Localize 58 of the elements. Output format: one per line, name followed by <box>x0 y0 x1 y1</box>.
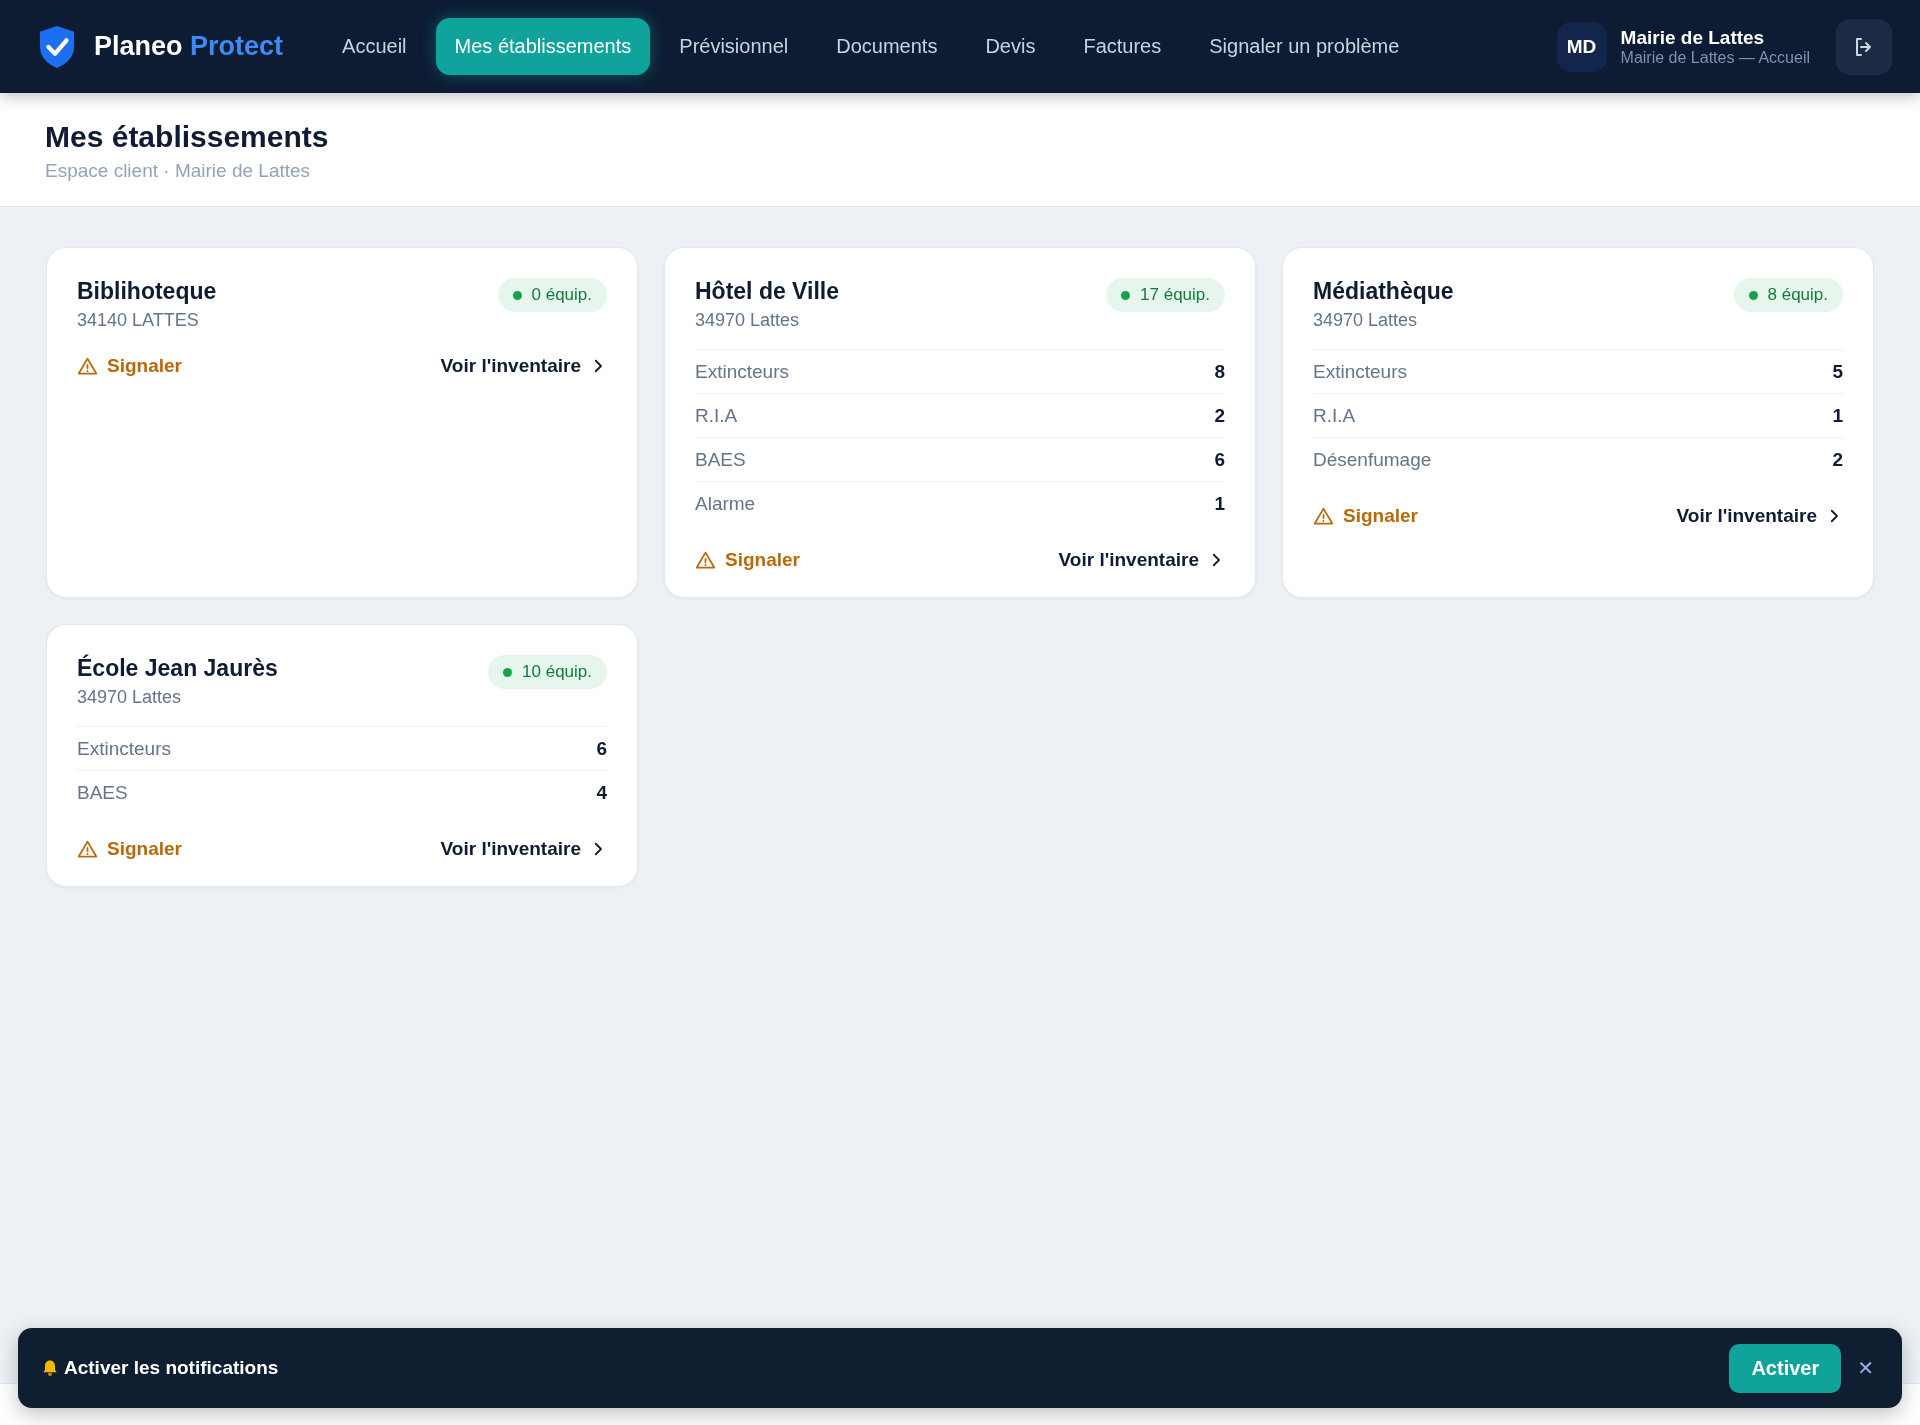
site-address: 34970 Lattes <box>1313 310 1419 331</box>
report-link[interactable]: Signaler <box>1313 505 1418 527</box>
warning-icon <box>1313 505 1334 527</box>
warning-icon <box>77 355 98 377</box>
equipment-label: Extincteurs <box>1313 360 1407 383</box>
equipment-label: Extincteurs <box>695 360 789 383</box>
warning-icon <box>695 549 716 571</box>
site-address: 34970 Lattes <box>695 310 801 331</box>
user-name: Mairie de Lattes <box>1620 26 1766 49</box>
nav-tab[interactable]: Accueil <box>323 18 426 75</box>
warning-icon <box>77 838 98 860</box>
equipment-label: BAES <box>77 781 128 804</box>
site-address: 34140 LATTES <box>77 310 200 331</box>
equipment-badge: 8 équip. <box>1733 278 1843 312</box>
shield-check-icon <box>38 24 76 69</box>
equipment-label: R.I.A <box>695 404 738 427</box>
equipment-badge: 0 équip. <box>497 278 607 312</box>
site-name: Biblihoteque <box>77 278 217 305</box>
equipment-label: R.I.A <box>1313 404 1356 427</box>
logout-button[interactable] <box>1836 18 1892 75</box>
equipment-count: 8 <box>1214 360 1225 383</box>
report-link[interactable]: Signaler <box>695 549 800 571</box>
nav-tab[interactable]: Signaler un problème <box>1190 18 1419 75</box>
report-link[interactable]: Signaler <box>77 838 182 860</box>
user-avatar[interactable]: MD <box>1556 21 1607 72</box>
inventory-link[interactable]: Voir l'inventaire <box>440 838 607 860</box>
equipment-label: Alarme <box>695 492 756 515</box>
inventory-link[interactable]: Voir l'inventaire <box>1676 505 1843 527</box>
nav-tab[interactable]: Factures <box>1064 18 1181 75</box>
notification-message: Activer les notifications <box>64 1357 279 1379</box>
site-name: Hôtel de Ville <box>695 278 839 305</box>
nav-tab[interactable]: Documents <box>817 18 957 75</box>
equipment-count: 2 <box>1214 404 1225 427</box>
site-address: 34970 Lattes <box>77 687 183 708</box>
equipment-badge: 10 équip. <box>488 655 607 689</box>
equipment-count: 6 <box>596 737 607 760</box>
equipment-count: 2 <box>1832 448 1843 471</box>
equipment-label: Extincteurs <box>77 737 171 760</box>
equipment-count: 1 <box>1214 492 1225 515</box>
equipment-count: 4 <box>596 781 607 804</box>
equipment-count: 1 <box>1832 404 1843 427</box>
nav-tab[interactable]: Prévisionnel <box>660 18 808 75</box>
equipment-label: Désenfumage <box>1313 448 1432 471</box>
breadcrumb: Espace client · Mairie de Lattes <box>45 160 312 182</box>
brand-logo[interactable]: Planeo Protect <box>94 31 284 62</box>
site-name: Médiathèque <box>1313 278 1454 305</box>
page-title: Mes établissements <box>45 120 330 154</box>
equipment-badge: 17 équip. <box>1106 278 1225 312</box>
equipment-label: BAES <box>695 448 746 471</box>
nav-tab[interactable]: Devis <box>966 18 1055 75</box>
close-button[interactable]: ✕ <box>1851 1352 1880 1384</box>
equipment-count: 6 <box>1214 448 1225 471</box>
inventory-link[interactable]: Voir l'inventaire <box>1058 549 1225 571</box>
inventory-link[interactable]: Voir l'inventaire <box>440 355 607 377</box>
report-link[interactable]: Signaler <box>77 355 182 377</box>
equipment-count: 5 <box>1832 360 1843 383</box>
user-subtitle: Mairie de Lattes — Accueil <box>1620 48 1810 67</box>
site-name: École Jean Jaurès <box>77 655 278 682</box>
